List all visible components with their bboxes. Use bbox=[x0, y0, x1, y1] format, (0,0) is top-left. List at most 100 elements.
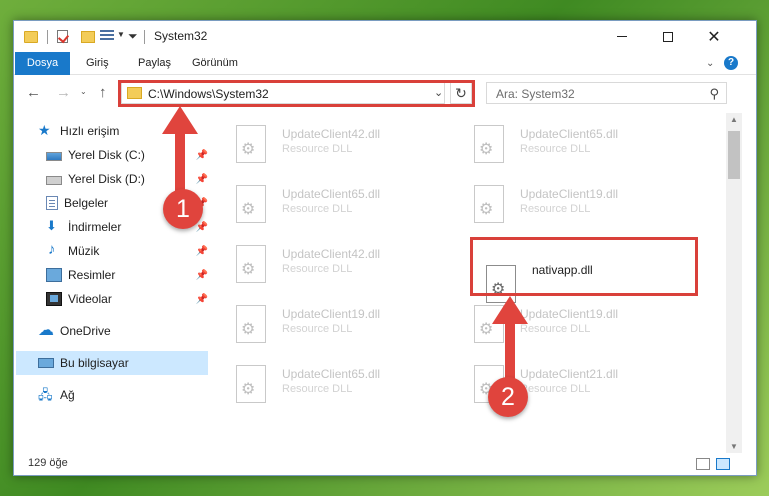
sidebar-item-network[interactable]: Ağ bbox=[38, 383, 208, 408]
maximize-icon bbox=[663, 31, 673, 42]
file-highlight-box bbox=[470, 237, 698, 296]
network-icon bbox=[38, 386, 54, 408]
title-divider bbox=[144, 30, 145, 44]
minimize-icon bbox=[617, 36, 627, 37]
recent-locations-icon[interactable]: ⌄ bbox=[80, 87, 87, 96]
help-icon[interactable]: ? bbox=[724, 56, 738, 70]
file-item[interactable]: UpdateClient65.dll Resource DLL bbox=[458, 117, 690, 169]
sidebar-item-onedrive[interactable]: OneDrive bbox=[38, 319, 208, 343]
search-placeholder: Ara: System32 bbox=[496, 87, 575, 101]
file-type: Resource DLL bbox=[282, 323, 353, 335]
pin-icon[interactable]: 📌 bbox=[196, 174, 208, 185]
sidebar-item-local-disk-c[interactable]: Yerel Disk (C:) 📌 bbox=[46, 143, 208, 167]
file-name: UpdateClient65.dll bbox=[282, 187, 381, 201]
dll-file-icon bbox=[236, 185, 266, 223]
customize-toolbar-icon[interactable]: ⏷ bbox=[128, 29, 138, 45]
address-highlight-box bbox=[118, 80, 475, 107]
file-item[interactable]: UpdateClient42.dll Resource DLL bbox=[220, 117, 452, 169]
dll-file-icon bbox=[236, 305, 266, 343]
folder-icon bbox=[24, 31, 38, 43]
sidebar-item-label: Belgeler bbox=[64, 196, 109, 210]
pin-icon[interactable]: 📌 bbox=[196, 222, 208, 233]
file-item[interactable]: UpdateClient42.dll Resource DLL bbox=[220, 237, 452, 289]
sidebar-item-this-pc[interactable]: Bu bilgisayar bbox=[16, 351, 208, 375]
file-type: Resource DLL bbox=[520, 383, 591, 395]
pin-icon[interactable]: 📌 bbox=[196, 270, 208, 281]
dll-file-icon bbox=[474, 185, 504, 223]
scrollbar-thumb[interactable] bbox=[728, 131, 740, 179]
tab-home[interactable]: Giriş bbox=[74, 52, 121, 75]
file-item[interactable]: UpdateClient19.dll Resource DLL bbox=[458, 297, 690, 349]
pin-icon[interactable]: 📌 bbox=[196, 294, 208, 305]
dll-file-icon bbox=[474, 305, 504, 343]
file-name: UpdateClient19.dll bbox=[520, 187, 619, 201]
file-item[interactable]: UpdateClient19.dll Resource DLL bbox=[220, 297, 452, 349]
file-name: UpdateClient65.dll bbox=[282, 367, 381, 381]
sidebar-item-label: Videolar bbox=[68, 292, 112, 306]
sidebar-item-quick-access[interactable]: Hızlı erişim bbox=[38, 119, 208, 143]
sidebar-item-music[interactable]: Müzik 📌 bbox=[46, 239, 208, 263]
file-type: Resource DLL bbox=[520, 143, 591, 155]
sidebar-item-local-disk-d[interactable]: Yerel Disk (D:) 📌 bbox=[46, 167, 208, 191]
file-name: UpdateClient42.dll bbox=[282, 247, 381, 261]
file-type: Resource DLL bbox=[282, 263, 353, 275]
close-icon: ✕ bbox=[707, 28, 721, 46]
music-note-icon bbox=[46, 241, 62, 258]
scroll-down-icon[interactable]: ▼ bbox=[730, 442, 738, 451]
pictures-icon bbox=[46, 268, 62, 282]
search-input[interactable]: Ara: System32 ⚲ bbox=[486, 82, 727, 104]
sidebar-item-pictures[interactable]: Resimler 📌 bbox=[46, 263, 208, 287]
back-arrow-icon[interactable]: ← bbox=[26, 84, 41, 101]
file-type: Resource DLL bbox=[282, 203, 353, 215]
scroll-up-icon[interactable]: ▲ bbox=[730, 115, 738, 124]
maximize-button[interactable] bbox=[645, 21, 691, 52]
sidebar-item-label: Ağ bbox=[60, 388, 75, 402]
up-arrow-icon[interactable]: ↑ bbox=[99, 84, 107, 101]
forward-arrow-icon[interactable]: → bbox=[56, 84, 71, 101]
status-bar: 129 öğe bbox=[14, 453, 756, 475]
properties-icon[interactable] bbox=[57, 30, 68, 43]
sidebar-item-label: OneDrive bbox=[60, 324, 111, 338]
sidebar-item-label: Müzik bbox=[68, 244, 100, 258]
sidebar-item-label: İndirmeler bbox=[68, 220, 122, 234]
pin-icon[interactable]: 📌 bbox=[196, 150, 208, 161]
tab-share[interactable]: Paylaş bbox=[126, 52, 183, 75]
dll-file-icon bbox=[474, 125, 504, 163]
drive-icon bbox=[46, 176, 62, 185]
tiles-view-icon[interactable] bbox=[716, 458, 730, 470]
document-icon bbox=[46, 196, 58, 210]
expand-ribbon-icon[interactable]: ⌄ bbox=[706, 58, 714, 69]
close-button[interactable]: ✕ bbox=[691, 21, 737, 52]
view-icon[interactable] bbox=[100, 30, 114, 43]
sidebar-item-label: Hızlı erişim bbox=[60, 124, 120, 138]
tab-file[interactable]: Dosya bbox=[15, 52, 70, 75]
file-item[interactable]: UpdateClient19.dll Resource DLL bbox=[458, 177, 690, 229]
computer-icon bbox=[38, 358, 54, 368]
sidebar-item-label: Resimler bbox=[68, 268, 116, 282]
chevron-down-icon[interactable]: ▼ bbox=[117, 30, 125, 46]
window-title: System32 bbox=[154, 29, 208, 43]
title-bar: ▼ ⏷ System32 ✕ bbox=[14, 21, 756, 52]
dll-file-icon bbox=[236, 125, 266, 163]
ribbon-tabs: Dosya Giriş Paylaş Görünüm ⌄ ? bbox=[14, 52, 756, 75]
pin-icon[interactable]: 📌 bbox=[196, 246, 208, 257]
tab-view[interactable]: Görünüm bbox=[180, 52, 250, 75]
details-view-icon[interactable] bbox=[696, 458, 710, 470]
navigation-pane: Hızlı erişim Yerel Disk (C:) 📌 Yerel Dis… bbox=[14, 113, 208, 453]
file-name: UpdateClient42.dll bbox=[282, 127, 381, 141]
star-icon bbox=[38, 122, 54, 139]
search-icon[interactable]: ⚲ bbox=[709, 86, 719, 102]
file-name: UpdateClient65.dll bbox=[520, 127, 619, 141]
minimize-button[interactable] bbox=[599, 21, 645, 52]
item-count: 129 öğe bbox=[28, 457, 68, 469]
new-folder-icon[interactable] bbox=[81, 31, 95, 43]
file-item[interactable]: UpdateClient65.dll Resource DLL bbox=[220, 177, 452, 229]
sidebar-item-videos[interactable]: Videolar 📌 bbox=[46, 287, 208, 311]
vertical-scrollbar[interactable]: ▲ ▼ bbox=[726, 113, 742, 453]
dll-file-icon bbox=[236, 365, 266, 403]
file-type: Resource DLL bbox=[282, 383, 353, 395]
file-item[interactable]: UpdateClient65.dll Resource DLL bbox=[220, 357, 452, 409]
sidebar-item-label: Bu bilgisayar bbox=[60, 356, 129, 370]
file-type: Resource DLL bbox=[282, 143, 353, 155]
sidebar-item-label: Yerel Disk (C:) bbox=[68, 148, 145, 162]
